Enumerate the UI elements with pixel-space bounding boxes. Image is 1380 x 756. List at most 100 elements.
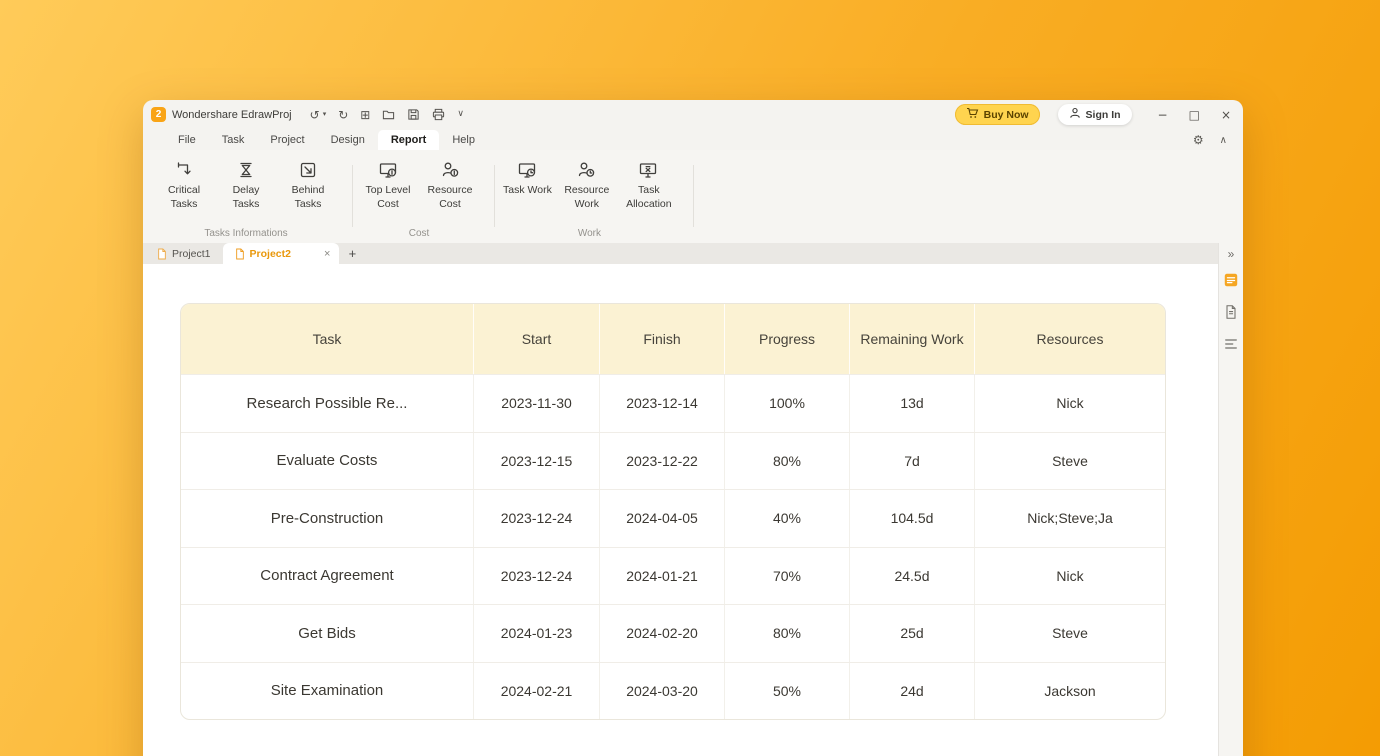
ribbon-button-label: Critical Tasks [157,184,211,211]
open-folder-icon[interactable] [382,108,395,121]
minimize-button[interactable]: − [1158,108,1168,122]
critical-tasks-button[interactable]: Critical Tasks [153,156,215,211]
menu-task[interactable]: Task [209,130,258,150]
cell-progress: 100% [725,375,850,432]
cell-start: 2023-12-15 [474,433,600,490]
cell-task: Contract Agreement [181,548,474,605]
delay-tasks-icon [236,160,257,181]
app-window: 2 Wondershare EdrawProj ↺ ▾ ↻ ⊞ ∨ Buy No… [143,100,1243,756]
person-icon [1069,107,1081,122]
redo-icon[interactable]: ↻ [338,109,348,121]
table-row[interactable]: Pre-Construction 2023-12-24 2024-04-05 4… [181,489,1165,547]
table-row[interactable]: Get Bids 2024-01-23 2024-02-20 80% 25d S… [181,604,1165,662]
undo-dropdown-icon[interactable]: ▾ [323,111,327,118]
maximize-button[interactable]: □ [1189,108,1200,122]
resource-cost-button[interactable]: Resource Cost [419,156,481,211]
table-header-row: Task Start Finish Progress Remaining Wor… [181,304,1165,374]
report-table[interactable]: Task Start Finish Progress Remaining Wor… [180,303,1166,720]
close-button[interactable]: × [1221,108,1231,122]
cell-remaining-work: 104.5d [850,490,975,547]
cell-finish: 2023-12-22 [600,433,725,490]
cell-start: 2024-01-23 [474,605,600,662]
menu-help[interactable]: Help [439,130,488,150]
cell-resources: Nick;Steve;Ja [975,490,1165,547]
task-work-button[interactable]: Task Work [499,156,556,198]
outline-panel-icon[interactable] [1222,334,1241,353]
window-controls: − □ × [1158,108,1231,122]
menubar: File Task Project Design Report Help ⚙ ∧ [143,126,1243,150]
header-resources: Resources [975,304,1165,374]
collapse-ribbon-icon[interactable]: ∧ [1220,135,1227,146]
cell-remaining-work: 13d [850,375,975,432]
app-logo-icon: 2 [151,107,166,122]
cell-finish: 2023-12-14 [600,375,725,432]
ribbon-group-label: Tasks Informations [149,228,343,239]
cell-progress: 70% [725,548,850,605]
new-tab-button[interactable]: + [339,243,365,264]
table-row[interactable]: Contract Agreement 2023-12-24 2024-01-21… [181,547,1165,605]
document-icon [235,248,245,260]
menu-project[interactable]: Project [257,130,317,150]
settings-gear-icon[interactable]: ⚙ [1193,133,1204,147]
task-allocation-button[interactable]: Task Allocation [618,156,680,211]
save-icon[interactable] [407,108,420,121]
cell-task: Site Examination [181,663,474,720]
report-panel-icon[interactable] [1222,270,1241,289]
ribbon-group-label: Work [495,228,684,239]
menu-design[interactable]: Design [318,130,378,150]
tab-project1[interactable]: Project1 [145,243,223,264]
app-title: Wondershare EdrawProj [172,109,292,121]
cell-start: 2023-11-30 [474,375,600,432]
tab-label: Project2 [250,248,291,260]
behind-tasks-button[interactable]: Behind Tasks [277,156,339,211]
sidebar-collapse-icon[interactable]: » [1228,247,1235,261]
toolbar-more-icon[interactable]: ∨ [457,110,464,119]
ribbon-button-label: Behind Tasks [281,184,335,211]
task-allocation-icon [638,160,659,181]
header-finish: Finish [600,304,725,374]
cell-task: Research Possible Re... [181,375,474,432]
cell-remaining-work: 7d [850,433,975,490]
new-document-icon[interactable]: ⊞ [360,109,370,121]
behind-tasks-icon [298,160,319,181]
resource-work-icon [576,160,597,181]
sign-in-button[interactable]: Sign In [1058,104,1132,125]
print-icon[interactable] [432,108,445,121]
buy-now-button[interactable]: Buy Now [955,104,1040,125]
tab-close-icon[interactable]: × [324,248,330,260]
delay-tasks-button[interactable]: Delay Tasks [215,156,277,211]
table-row[interactable]: Site Examination 2024-02-21 2024-03-20 5… [181,662,1165,720]
ribbon-button-label: Delay Tasks [219,184,273,211]
ribbon-button-label: Top Level Cost [361,184,415,211]
ribbon-group-work: Task Work Resource Work Task Allocation … [495,153,694,243]
table-row[interactable]: Evaluate Costs 2023-12-15 2023-12-22 80%… [181,432,1165,490]
top-level-cost-icon [378,160,399,181]
ribbon-group-tasks-informations: Critical Tasks Delay Tasks Behind Tasks … [149,153,353,243]
cell-resources: Steve [975,433,1165,490]
ribbon-button-label: Resource Work [560,184,614,211]
top-level-cost-button[interactable]: Top Level Cost [357,156,419,211]
resource-cost-icon [440,160,461,181]
cell-task: Pre-Construction [181,490,474,547]
tab-project2[interactable]: Project2 × [223,243,340,264]
cell-start: 2024-02-21 [474,663,600,720]
document-icon [157,248,167,260]
right-sidebar: » [1218,243,1243,756]
ribbon-group-cost: Top Level Cost Resource Cost Cost [353,153,495,243]
canvas[interactable]: Task Start Finish Progress Remaining Wor… [143,264,1218,756]
table-row[interactable]: Research Possible Re... 2023-11-30 2023-… [181,374,1165,432]
cell-finish: 2024-03-20 [600,663,725,720]
cell-task: Get Bids [181,605,474,662]
header-remaining-work: Remaining Work [850,304,975,374]
document-tabstrip: Project1 Project2 × + [143,243,1218,264]
cell-start: 2023-12-24 [474,548,600,605]
menu-report[interactable]: Report [378,130,439,150]
titlebar: 2 Wondershare EdrawProj ↺ ▾ ↻ ⊞ ∨ Buy No… [143,100,1243,126]
document-panel-icon[interactable] [1222,302,1241,321]
buy-now-label: Buy Now [984,109,1029,121]
cell-resources: Nick [975,375,1165,432]
menu-file[interactable]: File [165,130,209,150]
resource-work-button[interactable]: Resource Work [556,156,618,211]
ribbon-button-label: Resource Cost [423,184,477,211]
undo-icon[interactable]: ↺ [310,109,320,121]
